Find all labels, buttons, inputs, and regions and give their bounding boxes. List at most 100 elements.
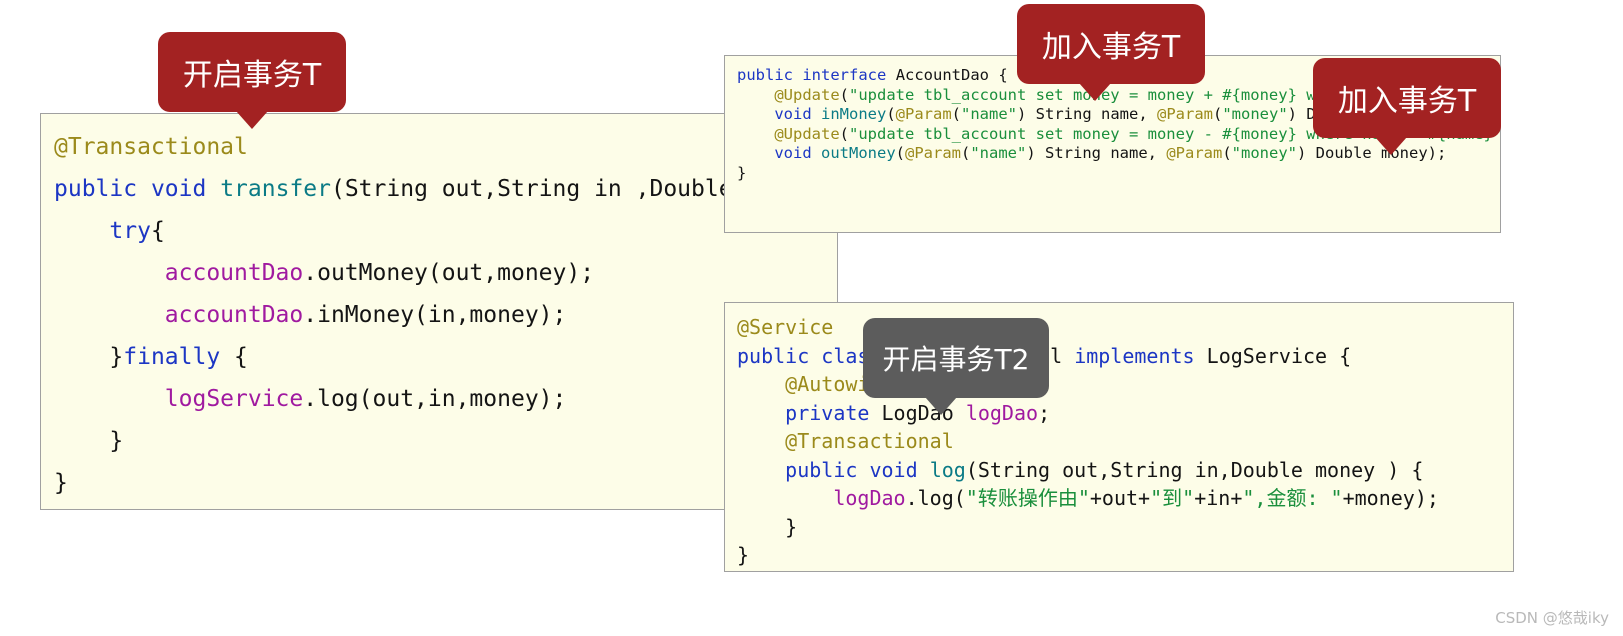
code-token-str: "money": [1222, 105, 1288, 123]
code-token-plain: (: [951, 105, 962, 123]
callout-tail-icon: [236, 111, 268, 129]
code-line: }: [737, 513, 1513, 542]
code-token-plain: +money);: [1342, 486, 1439, 510]
code-token-plain: (: [839, 124, 849, 143]
code-token-ann: @Param: [1166, 144, 1223, 162]
code-token-kw: try: [109, 218, 151, 244]
code-token-plain: (: [895, 144, 905, 162]
code-token-plain: .outMoney(out,money);: [303, 260, 595, 286]
code-token-kw: public: [785, 457, 858, 482]
code-token-plain: .log(out,in,money);: [303, 386, 567, 412]
callout-label: 开启事务T2: [882, 343, 1030, 376]
code-token-str: "到": [1150, 486, 1195, 510]
code-token-plain: (String out,String in,Double money ) {: [965, 457, 1424, 482]
callout-tail-icon: [1375, 137, 1407, 155]
code-token-plain: +out+: [1089, 486, 1151, 510]
code-line: try{: [54, 210, 837, 252]
code-line: public class LogServiceImpl implements L…: [737, 342, 1513, 371]
code-token-kw: public: [54, 176, 138, 202]
code-token-ann: @Update: [774, 124, 840, 143]
code-token-plain: ) String name,: [1026, 144, 1167, 162]
code-token-field: logDao: [833, 486, 906, 510]
code-token-plain: }: [109, 344, 124, 370]
code-line: logDao.log("转账操作由"+out+"到"+in+",金额: "+mo…: [737, 484, 1513, 513]
code-token-plain: LogService {: [1206, 343, 1352, 368]
code-token-field: logDao: [965, 400, 1039, 425]
code-token-plain: }: [737, 543, 750, 567]
code-token-kw: private: [785, 400, 870, 425]
code-line: }: [54, 420, 837, 462]
code-token-ann: @Service: [737, 315, 834, 339]
code-token-plain: ) Double money);: [1297, 144, 1447, 162]
watermark: CSDN @悠哉iky: [1495, 609, 1609, 627]
code-token-kw: public: [737, 66, 793, 84]
code-token-plain: (: [1222, 144, 1232, 162]
code-token-kw: void: [774, 144, 812, 162]
code-token-plain: (: [886, 105, 896, 123]
code-token-plain: +in+: [1194, 486, 1243, 510]
code-token-plain: }: [109, 428, 124, 454]
code-token-plain: }: [785, 514, 798, 539]
code-token-fn: transfer: [220, 176, 331, 202]
code-token-fn: outMoney: [821, 144, 896, 162]
code-line: public void log(String out,String in,Dou…: [737, 456, 1513, 485]
code-line: @Transactional: [54, 126, 837, 168]
code-line: }: [54, 462, 837, 504]
code-token-plain: }: [54, 470, 68, 496]
code-line: public void transfer(String out,String i…: [54, 168, 837, 210]
code-token-plain: (: [839, 85, 849, 104]
callout-tail-icon: [925, 397, 957, 415]
code-token-ann: @Transactional: [785, 429, 954, 453]
code-token-kw: void: [774, 105, 812, 123]
code-token-plain: (: [1213, 105, 1223, 123]
code-token-str: "转账操作由": [965, 486, 1090, 510]
code-token-kw: void: [869, 457, 918, 482]
code-line: private LogDao logDao;: [737, 399, 1513, 428]
callout-label: 加入事务T: [1337, 84, 1477, 119]
code-token-plain: .inMoney(in,money);: [303, 302, 567, 328]
code-line: logService.log(out,in,money);: [54, 378, 837, 420]
code-token-plain: {: [150, 218, 165, 244]
code-token-plain: (: [961, 144, 971, 162]
code-token-kw: void: [150, 176, 207, 202]
code-token-plain: ) String name,: [1017, 105, 1157, 123]
code-token-field: accountDao: [164, 302, 304, 328]
code-token-str: "name": [961, 105, 1018, 123]
code-token-field: logService: [164, 386, 304, 412]
code-line: }finally {: [54, 336, 837, 378]
code-token-ann: @Param: [1157, 105, 1213, 123]
code-token-fn: log: [929, 457, 966, 482]
code-token-kw: finally: [123, 344, 221, 370]
code-token-plain: }: [737, 163, 747, 182]
code-token-ann: @Param: [895, 105, 952, 123]
callout-join-transaction-t-outmoney: 加入事务T: [1313, 58, 1501, 155]
code-token-plain: {: [220, 344, 248, 370]
code-line: @Transactional: [737, 427, 1513, 456]
code-token-plain: ;: [1038, 400, 1051, 425]
code-token-str: "name": [970, 144, 1027, 162]
code-line: accountDao.outMoney(out,money);: [54, 252, 837, 294]
code-line: accountDao.inMoney(in,money);: [54, 294, 837, 336]
